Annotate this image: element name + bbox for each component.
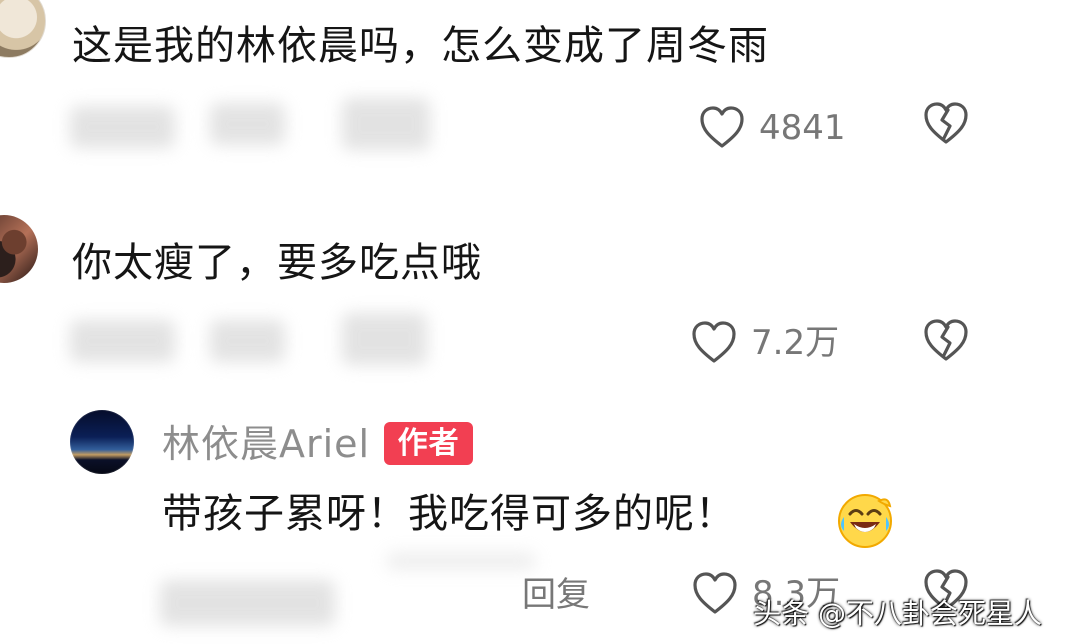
blurred-meta-6 bbox=[342, 313, 427, 365]
dislike-button-1[interactable] bbox=[920, 100, 972, 148]
blurred-meta-3 bbox=[342, 98, 430, 150]
heart-icon bbox=[693, 572, 737, 614]
author-reply-text: 带孩子累呀！我吃得可多的呢！ bbox=[162, 491, 736, 537]
author-row: 林依晨Ariel 作者 bbox=[162, 422, 474, 465]
author-badge: 作者 bbox=[384, 422, 474, 465]
like-button-2[interactable]: 7.2万 bbox=[688, 319, 839, 367]
heart-icon bbox=[692, 321, 736, 363]
laughing-emoji-icon bbox=[838, 494, 892, 548]
comment-text-1: 这是我的林依晨吗，怎么变成了周冬雨 bbox=[72, 23, 769, 69]
comment-avatar-1[interactable] bbox=[0, 0, 46, 58]
author-name[interactable]: 林依晨Ariel bbox=[162, 425, 370, 463]
blurred-meta-8 bbox=[386, 552, 536, 570]
like-count-2: 7.2万 bbox=[751, 323, 840, 363]
blurred-meta-2 bbox=[210, 103, 285, 145]
author-avatar[interactable] bbox=[70, 410, 134, 474]
broken-heart-icon bbox=[924, 102, 968, 144]
blurred-meta-5 bbox=[210, 320, 285, 362]
reply-button[interactable]: 回复 bbox=[522, 578, 590, 612]
like-button-1[interactable]: 4841 bbox=[696, 104, 846, 152]
blurred-meta-4 bbox=[70, 320, 175, 362]
comment-avatar-2[interactable] bbox=[0, 215, 38, 283]
dislike-button-2[interactable] bbox=[920, 317, 972, 365]
blurred-meta-1 bbox=[70, 106, 175, 148]
heart-icon bbox=[700, 106, 744, 148]
like-count-1: 4841 bbox=[759, 108, 846, 148]
broken-heart-icon bbox=[924, 319, 968, 361]
watermark: 头条 @不八卦会死星人 bbox=[753, 597, 1042, 630]
blurred-meta-7 bbox=[160, 580, 335, 626]
comment-text-2: 你太瘦了，要多吃点哦 bbox=[72, 240, 482, 286]
